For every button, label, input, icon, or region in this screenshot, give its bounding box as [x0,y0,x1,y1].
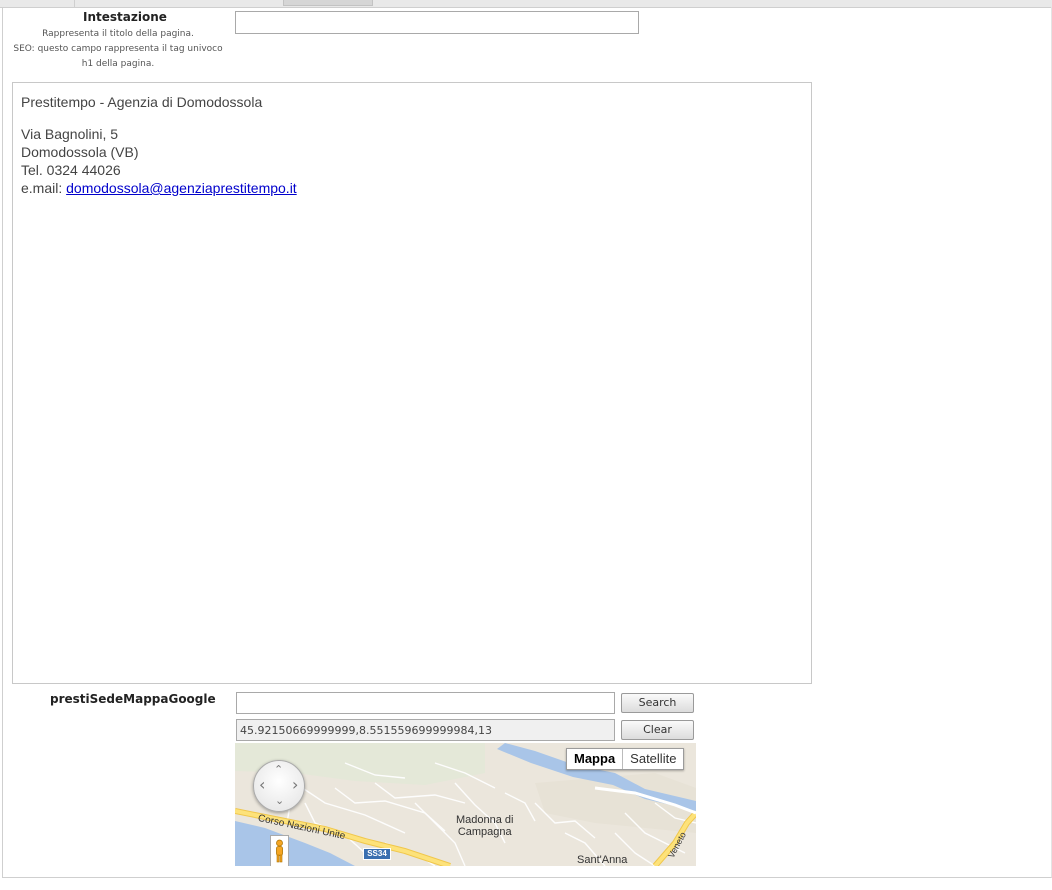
editor-email-link[interactable]: domodossola@agenziaprestitempo.it [66,180,297,196]
map-type-satellite-button[interactable]: Satellite [623,749,683,769]
editor-content: Prestitempo - Agenzia di Domodossola Via… [21,93,297,197]
map-coordinates-input[interactable] [236,719,615,741]
description-line: SEO: questo campo rappresenta il tag uni… [13,44,223,54]
pegman-figure [276,839,283,863]
editor-email-prefix: e.mail: [21,180,67,196]
map-route-shield: SS34 [363,848,391,860]
street-view-pegman-icon[interactable] [270,835,289,866]
google-map[interactable]: Corso Nazioni Unite SS34 Madonna di Camp… [235,743,696,866]
pan-right-arrow[interactable]: › [292,777,298,793]
pan-control-icon[interactable]: ⌃ ⌄ ‹ › [253,760,305,812]
intestazione-label: Intestazione [83,10,167,24]
map-label-place-line: Campagna [457,826,512,838]
rich-text-editor[interactable]: Prestitempo - Agenzia di Domodossola Via… [12,82,812,684]
top-tab-selected[interactable] [283,0,373,6]
editor-city: Domodossola (VB) [21,144,139,160]
map-search-button[interactable]: Search [621,693,694,713]
map-label-place2: Sant'Anna [577,854,628,866]
map-type-mappa-button[interactable]: Mappa [567,749,624,769]
map-label-place: Madonna di Campagna [456,814,514,838]
description-line: Rappresenta il titolo della pagina. [42,29,194,39]
map-type-control: Mappa Satellite [566,748,685,770]
pan-up-arrow[interactable]: ⌃ [274,764,283,775]
map-label-place-line: Madonna di [456,814,514,826]
map-clear-button[interactable]: Clear [621,720,694,740]
pan-down-arrow[interactable]: ⌄ [275,795,284,806]
pan-left-arrow[interactable]: ‹ [259,777,265,793]
map-search-input[interactable] [236,692,615,714]
editor-email-line: e.mail: domodossola@agenziaprestitempo.i… [21,179,297,197]
editor-title-line: Prestitempo - Agenzia di Domodossola [21,94,263,110]
editor-phone: Tel. 0324 44026 [21,162,121,178]
intestazione-input[interactable] [235,11,639,34]
editor-address: Via Bagnolini, 5 [21,126,119,142]
editor-blank-line [21,111,297,125]
top-tab[interactable] [8,0,75,7]
map-field-label: prestiSedeMappaGoogle [50,692,216,706]
description-line: h1 della pagina. [81,59,155,69]
intestazione-description: Rappresenta il titolo della pagina. SEO:… [8,27,228,72]
